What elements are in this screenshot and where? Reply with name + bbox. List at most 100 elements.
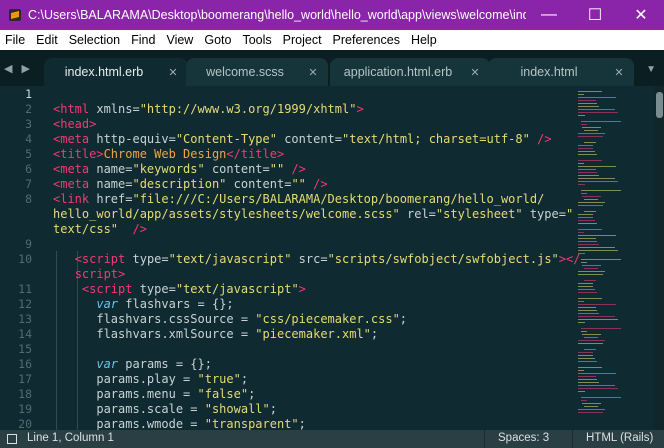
menu-preferences[interactable]: Preferences (328, 33, 406, 47)
code-line[interactable]: <script type="text/javascript" src="scri… (53, 252, 581, 266)
code-line[interactable]: params.scale = "showall"; (53, 402, 277, 416)
minimap-line (584, 349, 597, 350)
panel-toggle-icon[interactable] (7, 434, 17, 444)
menu-goto[interactable]: Goto (199, 33, 237, 47)
menu-selection[interactable]: Selection (64, 33, 126, 47)
code-token: ; (269, 402, 277, 416)
status-divider (572, 430, 573, 448)
minimap[interactable] (574, 86, 654, 430)
code-token: <html (53, 102, 90, 116)
menu-edit[interactable]: Edit (31, 33, 64, 47)
code-line[interactable]: flashvars.cssSource = "css/piecemaker.cs… (53, 312, 407, 326)
minimize-icon: — (541, 6, 557, 23)
tab-label: index.html.erb (64, 65, 144, 79)
code-line[interactable]: <meta name="description" content="" /> (53, 177, 328, 191)
code-line[interactable]: <meta name="keywords" content="" /> (53, 162, 306, 176)
maximize-button[interactable]: ☐ (572, 0, 618, 30)
code-token: "scripts/swfobject/swfobject.js" (327, 252, 559, 266)
tab-index-html[interactable]: index.html ✕ (488, 58, 634, 86)
minimap-line (578, 94, 584, 95)
code-token: var (96, 357, 119, 371)
code-token: params.wmode = (53, 417, 205, 430)
menu-find[interactable]: Find (126, 33, 161, 47)
minimap-line (578, 313, 599, 314)
code-token: "stylesheet" (435, 207, 523, 221)
code-line[interactable]: <html xmlns="http://www.w3.org/1999/xhtm… (53, 102, 364, 116)
minimap-line (578, 409, 605, 410)
tab-list-dropdown-icon[interactable]: ▼ (646, 64, 656, 75)
line-number: 5 (25, 147, 32, 161)
code-token: type= (132, 282, 176, 296)
minimize-button[interactable]: — (526, 0, 572, 30)
code-line[interactable]: <meta http-equiv="Content-Type" content=… (53, 132, 552, 146)
minimap-line (578, 178, 616, 179)
code-line[interactable]: params.play = "true"; (53, 372, 248, 386)
scrollbar-thumb[interactable] (656, 92, 663, 118)
code-line[interactable]: <link href="file:///C:/Users/BALARAMA/De… (53, 192, 544, 206)
line-number: 16 (18, 357, 32, 371)
close-button[interactable]: ✕ (618, 0, 664, 30)
code-line[interactable]: var flashvars = {}; (53, 297, 233, 311)
minimap-line (578, 358, 596, 359)
menu-view[interactable]: View (161, 33, 199, 47)
tab-close-icon[interactable]: ✕ (164, 66, 182, 79)
code-token: "description" (132, 177, 227, 191)
code-token: <title> (53, 147, 104, 161)
minimap-line (578, 391, 586, 392)
code-line[interactable]: var params = {}; (53, 357, 212, 371)
line-number: 10 (18, 252, 32, 266)
code-editor[interactable]: 1 2 3 4 5 6 7 8 9 10 11 12 13 14 15 16 17 18 19 20 <html xm… (0, 86, 664, 430)
minimap-line (581, 397, 622, 398)
minimap-line (578, 286, 594, 287)
line-number: 1 (25, 87, 32, 101)
code-token: type= (125, 252, 169, 266)
menu-tools[interactable]: Tools (237, 33, 277, 47)
code-token: "file:///C:/Users/BALARAMA/Desktop/boome… (132, 192, 545, 206)
syntax-selector[interactable]: HTML (Rails) (586, 432, 653, 444)
tab-welcome-scss[interactable]: welcome.scss ✕ (186, 58, 328, 86)
code-line[interactable]: params.menu = "false"; (53, 387, 255, 401)
tab-close-icon[interactable]: ✕ (610, 66, 628, 79)
code-token: http-equiv= (89, 132, 176, 146)
tab-application-html-erb[interactable]: application.html.erb ✕ (330, 58, 490, 86)
minimap-line (578, 148, 594, 149)
minimap-line (581, 124, 587, 125)
code-line[interactable]: <title>Chrome Web Design</title> (53, 147, 284, 161)
menu-project[interactable]: Project (278, 33, 328, 47)
minimap-line (578, 238, 596, 239)
tab-nav-arrows-icon[interactable]: ◀ ▶ (4, 62, 33, 75)
line-number: 12 (18, 297, 32, 311)
tab-close-icon[interactable]: ✕ (466, 66, 484, 79)
code-token: <head> (53, 117, 97, 131)
code-token: <meta (53, 132, 90, 146)
code-line[interactable]: <script type="text/javascript"> (53, 282, 306, 296)
minimap-line (578, 217, 594, 218)
menu-file[interactable]: File (0, 33, 31, 47)
minimap-line (578, 298, 602, 299)
line-number: 11 (18, 282, 32, 296)
minimap-line (578, 163, 584, 164)
code-line[interactable]: params.wmode = "transparent"; (53, 417, 306, 430)
code-token: rel= (399, 207, 436, 221)
code-area[interactable]: <html xmlns="http://www.w3.org/1999/xhtm… (53, 86, 580, 430)
minimap-line (578, 355, 594, 356)
code-line[interactable]: flashvars.xmlSource = "piecemaker.xml"; (53, 327, 378, 341)
minimap-line (578, 412, 603, 413)
minimap-line (578, 106, 599, 107)
code-token: " (565, 207, 574, 221)
vertical-scrollbar[interactable] (654, 86, 664, 430)
line-number-gutter: 1 2 3 4 5 6 7 8 9 10 11 12 13 14 15 16 17 18 19 20 (0, 86, 44, 430)
minimap-line (578, 160, 602, 161)
indentation-setting[interactable]: Spaces: 3 (498, 432, 549, 444)
code-line[interactable]: script> (53, 267, 126, 281)
tab-index-html-erb[interactable]: index.html.erb ✕ (44, 58, 188, 86)
code-line[interactable]: text/css" /> (53, 222, 147, 236)
code-token: content= (276, 132, 343, 146)
code-line[interactable]: hello_world/app/assets/stylesheets/welco… (53, 207, 573, 221)
code-token: params.scale = (53, 402, 205, 416)
menu-help[interactable]: Help (406, 33, 443, 47)
code-line[interactable]: <head> (53, 117, 96, 131)
tab-close-icon[interactable]: ✕ (304, 66, 322, 79)
